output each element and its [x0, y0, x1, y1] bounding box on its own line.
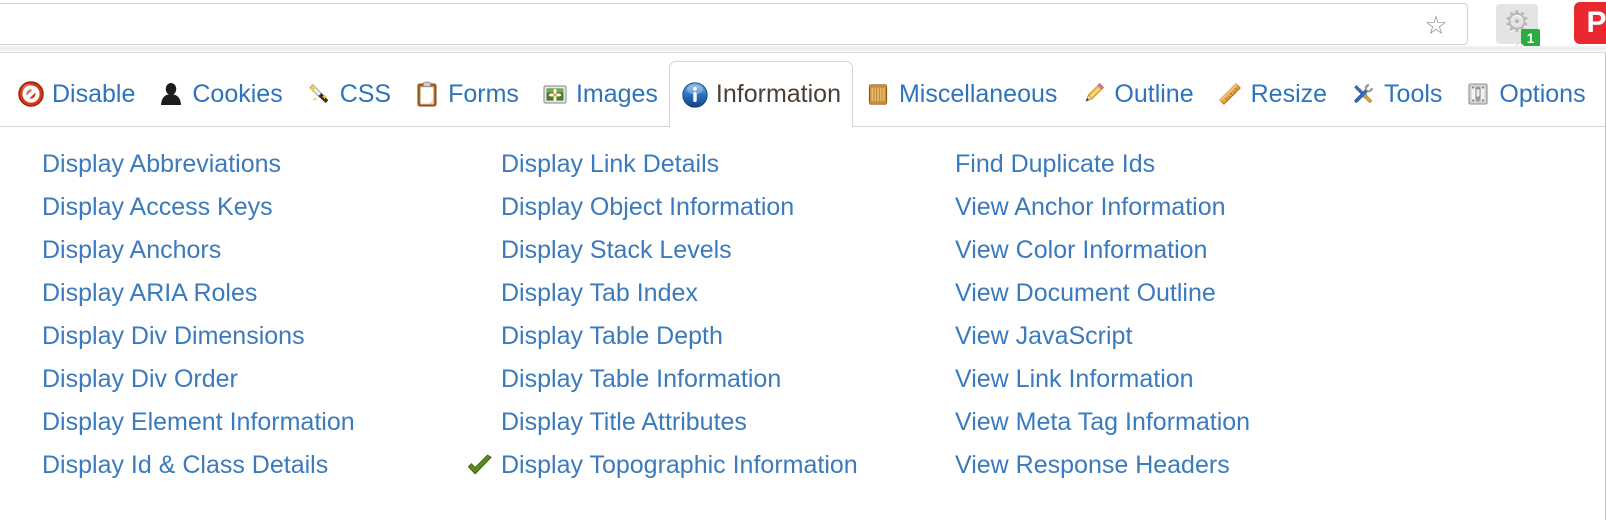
tab-label: Forms	[448, 79, 519, 108]
list-item[interactable]: Display Table Information	[501, 358, 917, 401]
picture-icon	[541, 80, 569, 108]
user-icon	[157, 80, 185, 108]
menu-link[interactable]: Display Abbreviations	[42, 150, 281, 179]
menu-link[interactable]: Find Duplicate Ids	[955, 150, 1155, 179]
list-item[interactable]: Display Abbreviations	[42, 143, 455, 186]
tab-resize[interactable]: Resize	[1205, 61, 1338, 127]
tab-label: Information	[715, 80, 841, 108]
menu-link[interactable]: Display Table Information	[501, 365, 781, 394]
clipboard-icon	[413, 80, 441, 108]
menu-columns: Display Abbreviations Display Access Key…	[0, 143, 1605, 487]
list-item[interactable]: Display Anchors	[42, 229, 455, 272]
list-item[interactable]: View Document Outline	[955, 272, 1477, 315]
tab-label: Tools	[1384, 79, 1443, 108]
list-item[interactable]: Display Tab Index	[501, 272, 917, 315]
tab-label: Resize	[1250, 79, 1328, 108]
information-menu-content: Display Abbreviations Display Access Key…	[0, 127, 1605, 519]
ruler-icon	[1216, 80, 1244, 108]
menu-link[interactable]: Display Access Keys	[42, 193, 273, 222]
tab-list: Disable Cookies CSS Forms Images Informa…	[0, 53, 1597, 128]
tab-label: Options	[1499, 79, 1586, 108]
menu-link[interactable]: Display Stack Levels	[501, 236, 732, 265]
address-bar[interactable]: ☆	[0, 3, 1468, 45]
list-item[interactable]: Find Duplicate Ids	[955, 143, 1477, 186]
list-item[interactable]: Display Access Keys	[42, 186, 455, 229]
menu-column-1: Display Abbreviations Display Access Key…	[0, 143, 455, 487]
menu-link[interactable]: Display Div Order	[42, 365, 238, 394]
tab-label: Disable	[52, 79, 136, 108]
menu-link[interactable]: Display Table Depth	[501, 322, 723, 351]
browser-toolbar: ☆ ⚙ 1 P	[0, 0, 1606, 51]
menu-link[interactable]: Display Anchors	[42, 236, 221, 265]
web-developer-extension-button[interactable]: ⚙ 1	[1496, 4, 1540, 48]
list-item[interactable]: Display Stack Levels	[501, 229, 917, 272]
bookmark-star-icon[interactable]: ☆	[1423, 12, 1449, 38]
menu-link[interactable]: Display ARIA Roles	[42, 279, 257, 308]
extension-panel-screenshot: ☆ ⚙ 1 P Disable Cookies CSS Forms Images…	[0, 0, 1606, 520]
chrome-shadow-divider	[0, 46, 1606, 53]
menu-link[interactable]: Display Div Dimensions	[42, 322, 305, 351]
checkmark-icon	[466, 454, 494, 478]
tab-css[interactable]: CSS	[294, 61, 402, 127]
menu-link[interactable]: View JavaScript	[955, 322, 1132, 351]
menu-link[interactable]: Display Title Attributes	[501, 408, 747, 437]
menu-column-2: Display Link Details Display Object Info…	[455, 143, 917, 487]
list-item[interactable]: Display Element Information	[42, 401, 455, 444]
tab-label: Images	[575, 79, 658, 108]
list-item[interactable]: View Response Headers	[955, 444, 1477, 487]
list-item[interactable]: View JavaScript	[955, 315, 1477, 358]
tab-options[interactable]: Options	[1453, 61, 1596, 127]
list-item[interactable]: Display Link Details	[501, 143, 917, 186]
list-item[interactable]: Display Div Order	[42, 358, 455, 401]
tab-cookies[interactable]: Cookies	[146, 61, 293, 127]
menu-link[interactable]: Display Tab Index	[501, 279, 698, 308]
tab-label: Miscellaneous	[898, 79, 1058, 108]
menu-link[interactable]: Display Object Information	[501, 193, 794, 222]
list-item[interactable]: Display Title Attributes	[501, 401, 917, 444]
magic-wand-icon	[305, 80, 333, 108]
tab-information[interactable]: Information	[668, 61, 853, 128]
pencil-icon	[1079, 80, 1107, 108]
menu-link[interactable]: View Anchor Information	[955, 193, 1226, 222]
menu-link[interactable]: View Response Headers	[955, 451, 1230, 480]
menu-column-3: Find Duplicate Ids View Anchor Informati…	[917, 143, 1477, 487]
web-developer-panel: Disable Cookies CSS Forms Images Informa…	[0, 53, 1606, 520]
list-item[interactable]: Display Object Information	[501, 186, 917, 229]
tab-images[interactable]: Images	[530, 61, 669, 127]
menu-link[interactable]: Display Topographic Information	[501, 451, 858, 480]
crate-icon	[864, 80, 892, 108]
tab-label: Outline	[1114, 79, 1194, 108]
tab-outline[interactable]: Outline	[1068, 61, 1204, 127]
list-item[interactable]: Display Id & Class Details	[42, 444, 455, 487]
info-circle-icon	[681, 81, 709, 109]
list-item[interactable]: Display ARIA Roles	[42, 272, 455, 315]
menu-link[interactable]: Display Id & Class Details	[42, 451, 328, 480]
toolbar-tabstrip: Disable Cookies CSS Forms Images Informa…	[0, 53, 1605, 128]
list-item[interactable]: View Meta Tag Information	[955, 401, 1477, 444]
tab-label: CSS	[339, 79, 392, 108]
tab-miscellaneous[interactable]: Miscellaneous	[853, 61, 1068, 127]
tab-label: Cookies	[192, 79, 283, 108]
tab-disable[interactable]: Disable	[6, 61, 146, 127]
tab-forms[interactable]: Forms	[402, 61, 530, 127]
menu-link[interactable]: View Meta Tag Information	[955, 408, 1250, 437]
tab-tools[interactable]: Tools	[1338, 61, 1453, 127]
wrench-screwdriver-icon	[1349, 80, 1377, 108]
menu-link[interactable]: View Link Information	[955, 365, 1194, 394]
list-item-checked[interactable]: Display Topographic Information	[467, 444, 917, 487]
menu-link[interactable]: Display Link Details	[501, 150, 719, 179]
list-item[interactable]: View Color Information	[955, 229, 1477, 272]
menu-link[interactable]: View Document Outline	[955, 279, 1216, 308]
menu-link[interactable]: View Color Information	[955, 236, 1207, 265]
pdf-extension-button[interactable]: P	[1574, 2, 1606, 44]
toggle-switch-icon	[1464, 80, 1492, 108]
list-item[interactable]: View Link Information	[955, 358, 1477, 401]
no-entry-icon	[17, 80, 45, 108]
list-item[interactable]: Display Div Dimensions	[42, 315, 455, 358]
list-item[interactable]: Display Table Depth	[501, 315, 917, 358]
menu-link[interactable]: Display Element Information	[42, 408, 355, 437]
list-item[interactable]: View Anchor Information	[955, 186, 1477, 229]
